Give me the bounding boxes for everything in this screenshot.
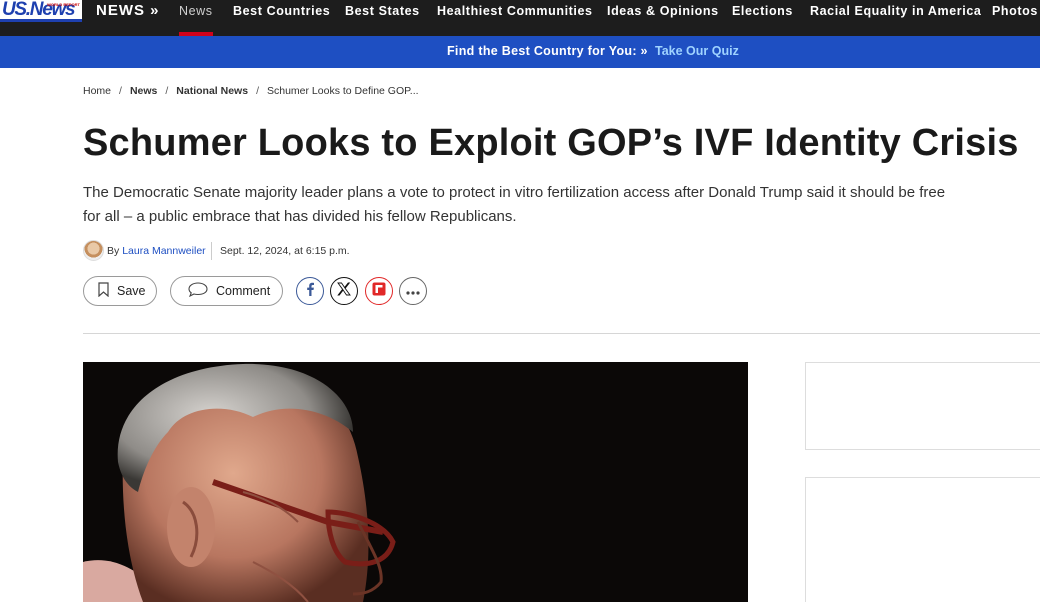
breadcrumb-separator: / [165, 85, 169, 97]
save-button[interactable]: Save [83, 276, 157, 306]
save-label: Save [117, 284, 146, 298]
x-share-button[interactable] [330, 277, 358, 305]
author-link[interactable]: Laura Mannweiler [122, 245, 205, 257]
nav-item-elections[interactable]: Elections [732, 4, 793, 18]
breadcrumb-national-news[interactable]: National News [176, 85, 248, 97]
breadcrumb-current: Schumer Looks to Define GOP... [267, 85, 419, 97]
logo-small-text: WORLD REPORT [47, 2, 80, 7]
byline-divider [211, 242, 212, 260]
nav-item-best-states[interactable]: Best States [345, 4, 420, 18]
nav-item-racial-equality[interactable]: Racial Equality in America [810, 4, 981, 18]
comment-button[interactable]: Comment [170, 276, 283, 306]
top-navigation: US.News WORLD REPORT NEWS » News Best Co… [0, 0, 1040, 36]
nav-item-photos[interactable]: Photos [992, 4, 1038, 18]
speech-bubble-icon [188, 282, 208, 300]
breadcrumb: Home / News / National News / Schumer Looks to… [83, 85, 419, 97]
more-icon [406, 282, 420, 300]
sidebar-ad-slot [805, 477, 1040, 602]
x-icon [337, 282, 351, 301]
byline-prefix: By [107, 245, 120, 257]
nav-item-ideas-opinions[interactable]: Ideas & Opinions [607, 4, 719, 18]
breadcrumb-separator: / [119, 85, 122, 97]
nav-item-best-countries[interactable]: Best Countries [233, 4, 330, 18]
facebook-share-button[interactable] [296, 277, 324, 305]
breadcrumb-home[interactable]: Home [83, 85, 111, 97]
banner-text: Find the Best Country for You: » [447, 44, 648, 58]
flipboard-share-button[interactable] [365, 277, 393, 305]
schumer-portrait-image [83, 362, 748, 602]
article-headline: Schumer Looks to Exploit GOP’s IVF Ident… [83, 122, 1019, 164]
more-share-button[interactable] [399, 277, 427, 305]
author-avatar[interactable] [83, 240, 104, 261]
article-dek: The Democratic Senate majority leader pl… [83, 184, 946, 225]
nav-item-news[interactable]: News [179, 4, 213, 18]
nav-item-healthiest-communities[interactable]: Healthiest Communities [437, 4, 593, 18]
promo-banner: Find the Best Country for You: » Take Ou… [0, 36, 1040, 68]
byline: By Laura Mannweiler [107, 245, 206, 257]
breadcrumb-separator: / [256, 85, 259, 97]
facebook-icon [305, 282, 315, 301]
bookmark-icon [98, 282, 109, 300]
breadcrumb-news[interactable]: News [130, 85, 157, 97]
banner-quiz-link[interactable]: Take Our Quiz [655, 44, 739, 58]
content-divider [83, 333, 1040, 334]
usnews-logo[interactable]: US.News WORLD REPORT [0, 0, 82, 22]
article-photo[interactable] [83, 362, 748, 602]
comment-label: Comment [216, 284, 271, 298]
sidebar-ad-slot [805, 362, 1040, 450]
flipboard-icon [372, 282, 386, 301]
section-label[interactable]: NEWS » [96, 2, 160, 19]
publish-date: Sept. 12, 2024, at 6:15 p.m. [220, 245, 350, 257]
